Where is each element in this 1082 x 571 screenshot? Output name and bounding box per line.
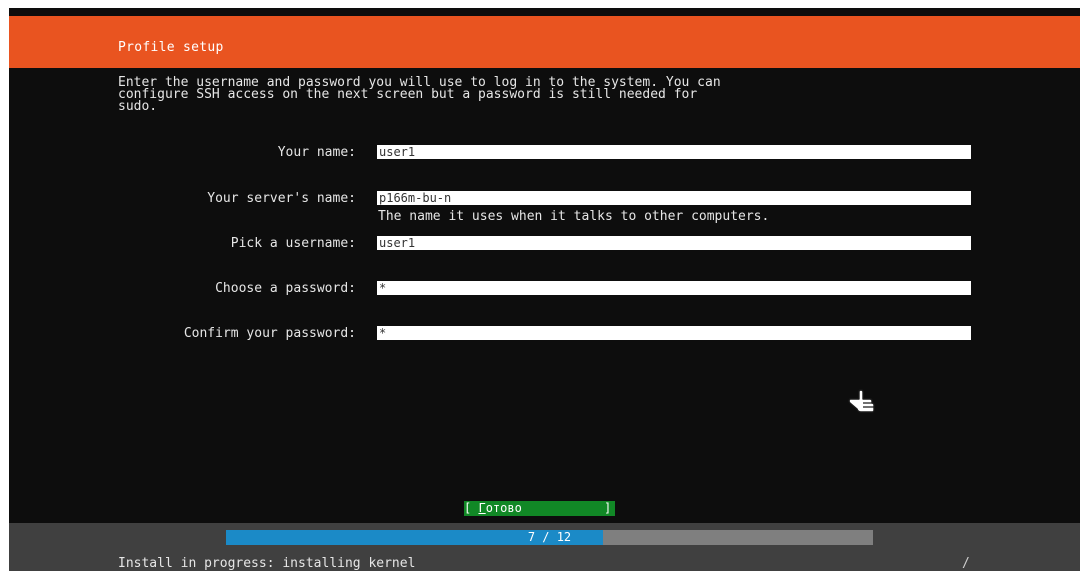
page-title: Profile setup	[118, 40, 224, 55]
progress-text: 7 / 12	[527, 530, 572, 544]
status-text: Install in progress: installing kernel	[118, 556, 416, 571]
hand-pointer-icon	[848, 389, 875, 413]
installer-screen: Profile setup Enter the username and pas…	[9, 8, 1080, 571]
done-button[interactable]: [ Готово]	[464, 501, 615, 516]
server-name-label: Your server's name:	[207, 191, 356, 206]
progress-bar: 7 / 12	[226, 530, 873, 545]
done-button-label: отово	[485, 501, 522, 515]
confirm-password-input[interactable]	[377, 326, 971, 340]
done-button-accelerator: Г	[478, 501, 486, 515]
done-button-close: ]	[604, 501, 612, 515]
done-button-open: [	[464, 501, 479, 515]
your-name-input[interactable]	[377, 145, 971, 159]
footer-bar: 7 / 12 Install in progress: installing k…	[9, 523, 1080, 571]
header-bar: Profile setup	[9, 16, 1080, 68]
username-input[interactable]	[377, 236, 971, 250]
server-name-input[interactable]	[377, 191, 971, 205]
username-label: Pick a username:	[230, 236, 356, 251]
intro-text: Enter the username and password you will…	[118, 75, 721, 114]
your-name-label: Your name:	[277, 145, 356, 160]
password-label: Choose a password:	[215, 281, 356, 296]
password-input[interactable]	[377, 281, 971, 295]
server-name-hint: The name it uses when it talks to other …	[378, 209, 770, 224]
confirm-password-label: Confirm your password:	[183, 326, 356, 341]
status-spinner: /	[962, 556, 970, 571]
